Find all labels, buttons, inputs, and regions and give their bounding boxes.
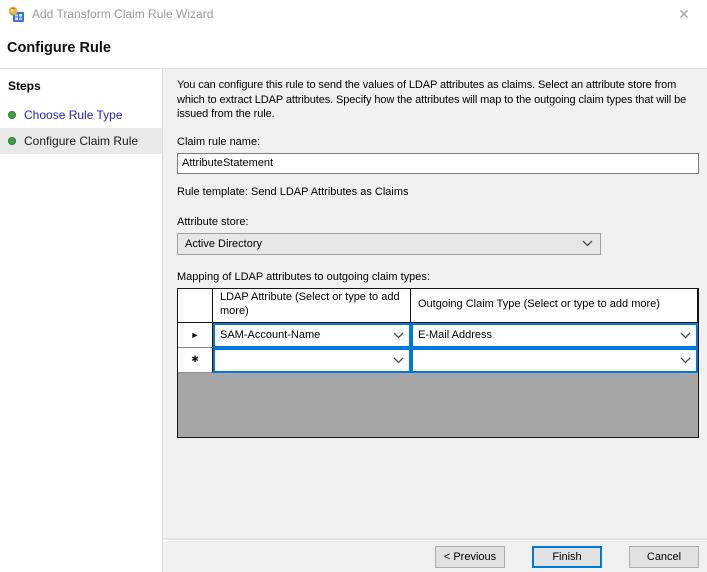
finish-button[interactable]: Finish [532,545,602,568]
chevron-down-icon [393,332,404,338]
wizard-window: Add Transform Claim Rule Wizard ✕ Config… [0,0,707,572]
green-step-bullet-icon [8,111,16,119]
rule-template-text: Rule template: Send LDAP Attributes as C… [177,185,409,198]
steps-sidebar: Steps Choose Rule Type Configure Claim R… [0,69,163,572]
chevron-down-icon [680,357,691,363]
new-row-selector[interactable]: ✱ [178,347,213,373]
mapping-table: LDAP Attribute (Select or type to add mo… [177,287,699,438]
wizard-body: Steps Choose Rule Type Configure Claim R… [0,68,707,572]
wizard-footer: < Previous Finish Cancel [163,540,707,572]
sidebar-item-configure-claim-rule[interactable]: Configure Claim Rule [0,128,162,154]
sidebar-item-choose-rule-type[interactable]: Choose Rule Type [0,102,162,128]
close-icon[interactable]: ✕ [669,0,699,28]
new-row-marker-icon: ✱ [191,354,199,365]
heading-area: Configure Rule [0,28,707,68]
green-step-bullet-icon [8,137,16,145]
claim-rule-wizard-icon [8,6,24,22]
cancel-button[interactable]: Cancel [629,545,699,568]
claim-rule-name-input[interactable] [177,152,699,174]
ldap-attribute-value: SAM-Account-Name [220,329,321,342]
rule-description: You can configure this rule to send the … [177,79,687,121]
previous-button[interactable]: < Previous [435,545,505,568]
step-label: Configure Claim Rule [24,134,139,148]
current-row-marker-icon: ► [190,329,200,340]
attribute-store-value: Active Directory [185,237,263,250]
row-selector-header [178,288,213,323]
chevron-down-icon [582,240,593,247]
outgoing-claim-type-dropdown-row1[interactable]: E-Mail Address [411,322,698,348]
chevron-down-icon [393,357,404,363]
outgoing-claim-type-column-header: Outgoing Claim Type (Select or type to a… [411,288,698,323]
window-title: Add Transform Claim Rule Wizard [32,7,214,21]
step-label[interactable]: Choose Rule Type [24,108,123,122]
titlebar: Add Transform Claim Rule Wizard ✕ [0,0,707,28]
current-row-selector[interactable]: ► [178,322,213,348]
ldap-attribute-dropdown-row1[interactable]: SAM-Account-Name [213,322,411,348]
empty-grid-area [178,372,698,437]
ldap-attribute-column-header: LDAP Attribute (Select or type to add mo… [213,288,411,323]
steps-header: Steps [8,79,41,93]
page-title: Configure Rule [7,40,111,56]
mapping-label: Mapping of LDAP attributes to outgoing c… [177,270,430,283]
attribute-store-label: Attribute store: [177,215,249,228]
chevron-down-icon [680,332,691,338]
outgoing-claim-type-dropdown-row2[interactable] [411,347,698,373]
attribute-store-dropdown[interactable]: Active Directory [177,232,601,255]
configure-rule-panel: You can configure this rule to send the … [163,69,707,572]
ldap-attribute-dropdown-row2[interactable] [213,347,411,373]
outgoing-claim-type-value: E-Mail Address [418,329,492,342]
claim-rule-name-label: Claim rule name: [177,135,261,148]
